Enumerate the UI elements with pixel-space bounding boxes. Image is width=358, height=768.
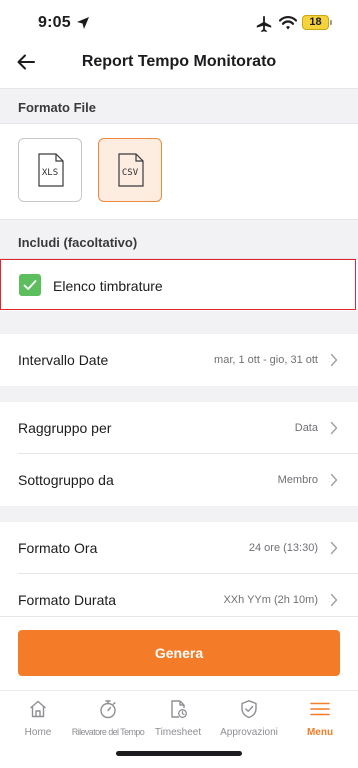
section-spacer [0,506,358,522]
tab-approvals[interactable]: Approvazioni [213,697,285,745]
include-timestamps-label: Elenco timbrature [53,278,163,294]
section-title: Includi (facoltativo) [18,235,138,250]
location-arrow-icon [77,17,89,29]
date-range-value: mar, 1 ott - gio, 31 ott [214,354,318,366]
chevron-right-icon [330,541,338,555]
date-range-label: Intervallo Date [18,352,109,368]
include-timestamps-checkbox[interactable] [19,274,41,296]
time-format-value: 24 ore (13:30) [248,542,318,554]
battery-level: 18 [309,16,322,28]
checkmark-icon [23,280,37,290]
battery-tip [330,20,332,25]
section-header-file-format: Formato File [0,88,358,124]
wifi-icon [279,16,297,30]
section-title: Formato File [18,100,97,115]
section-header-include: Includi (facoltativo) [0,219,358,259]
duration-format-label: Formato Durata [18,592,117,608]
tab-label: Menu [306,727,334,738]
chevron-right-icon [330,593,338,607]
time-format-label: Formato Ora [18,540,98,556]
date-range-row[interactable]: Intervallo Date mar, 1 ott - gio, 31 ott [0,334,358,386]
format-label: CSV [121,168,139,178]
tab-timesheet[interactable]: Timesheet [142,697,214,745]
group-by-label: Raggruppo per [18,420,112,436]
chevron-right-icon [330,473,338,487]
time-format-row[interactable]: Formato Ora 24 ore (13:30) [0,522,358,574]
page-title: Report Tempo Monitorato [81,53,277,70]
duration-format-value: XXh YYm (2h 10m) [223,594,318,606]
airplane-icon [256,15,272,33]
group-by-value: Data [294,422,318,434]
home-indicator [116,751,242,756]
subgroup-by-label: Sottogruppo da [18,472,114,488]
timesheet-icon [171,700,187,718]
tab-time-tracker[interactable]: Rilevatore del Tempo [72,697,145,745]
format-label: XLS [41,168,59,178]
tab-bar: Home Rilevatore del Tempo Timesheet Appr… [0,690,358,746]
format-option-xls[interactable]: XLS [18,138,82,202]
nav-bar: Report Tempo Monitorato [0,46,358,82]
subgroup-by-value: Membro [277,474,318,486]
include-timestamps-row[interactable]: Elenco timbrature [0,259,356,310]
section-spacer [0,386,358,402]
group-by-row[interactable]: Raggruppo per Data [0,402,358,454]
menu-icon [310,702,330,716]
subgroup-by-row[interactable]: Sottogruppo da Membro [0,454,358,506]
shield-check-icon [241,700,257,719]
status-time: 9:05 [38,14,71,31]
home-icon [30,700,46,718]
format-option-csv[interactable]: CSV [98,138,162,202]
battery-indicator: 18 [302,15,329,30]
tab-menu[interactable]: Menu [284,697,356,745]
generate-button[interactable]: Genera [18,630,340,676]
tab-home[interactable]: Home [2,697,74,745]
chevron-right-icon [330,353,338,367]
stopwatch-icon [100,700,116,719]
status-bar: 9:05 18 [0,0,358,46]
section-spacer [0,311,358,334]
chevron-right-icon [330,421,338,435]
